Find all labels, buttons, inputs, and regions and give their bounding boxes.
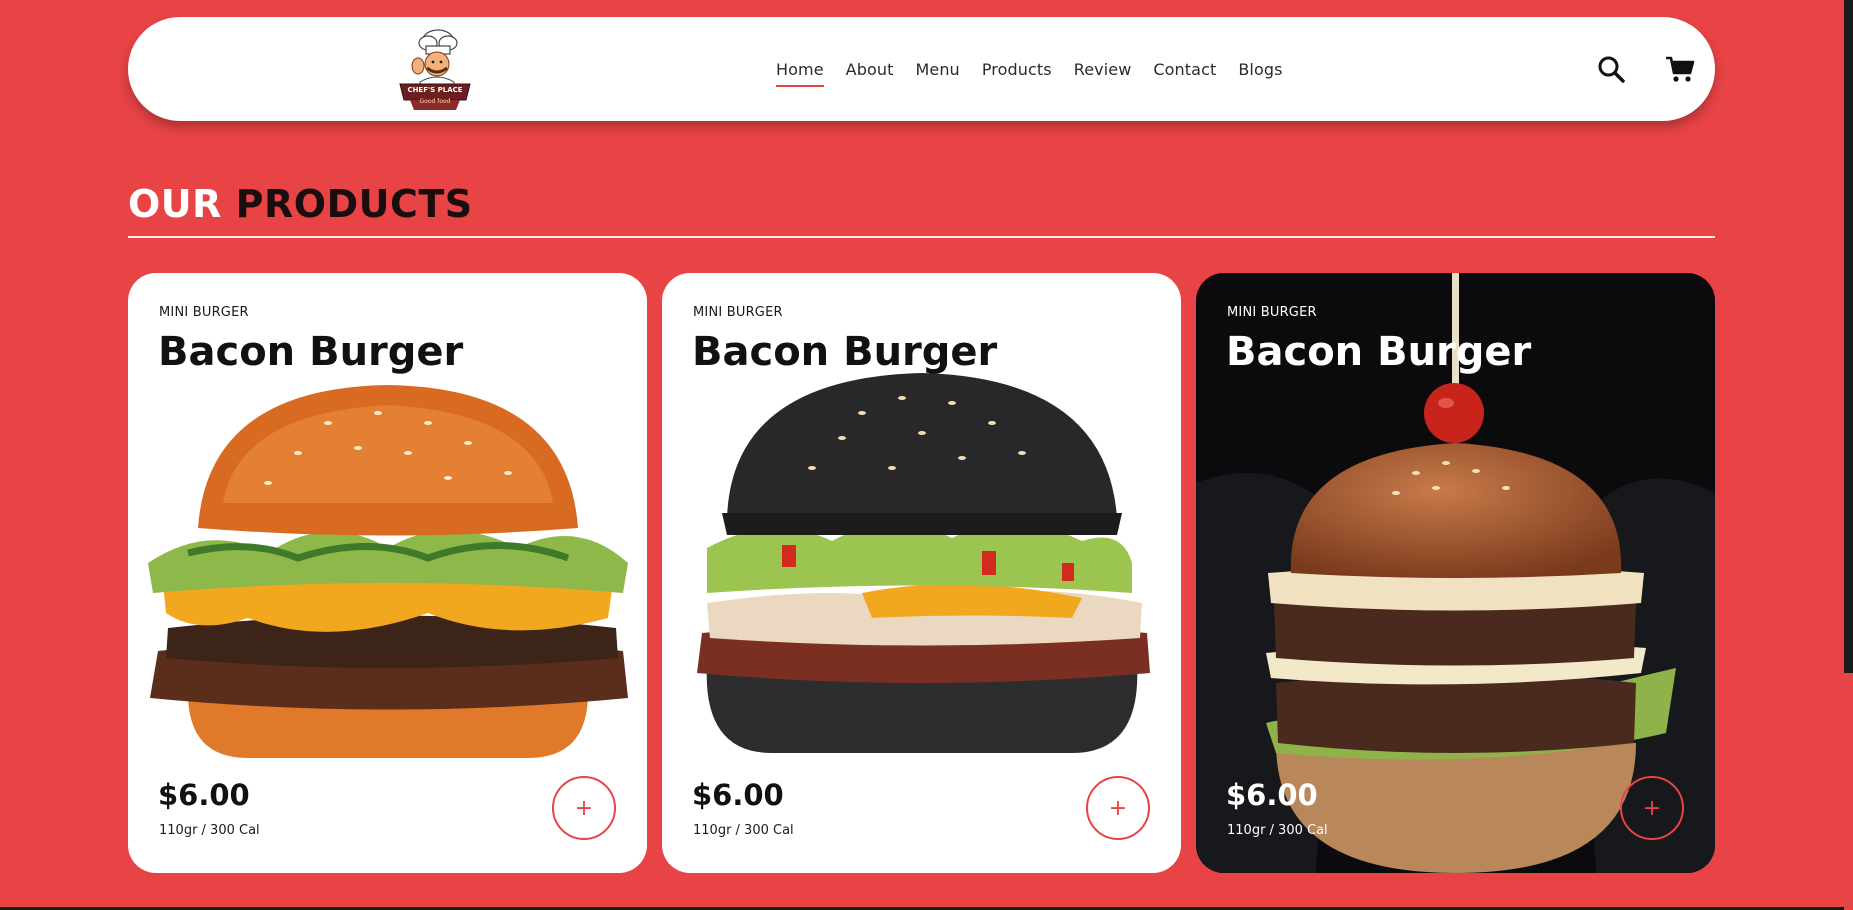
logo-text: CHEF'S PLACE — [407, 86, 463, 94]
nav-link-home[interactable]: Home — [776, 60, 824, 87]
nav-link-menu[interactable]: Menu — [915, 60, 959, 79]
section-title-accent: OUR — [128, 182, 222, 226]
chefs-place-logo[interactable]: CHEF'S PLACE Good food — [390, 26, 480, 114]
product-info: 110gr / 300 Cal — [693, 823, 794, 838]
navbar: CHEF'S PLACE Good food Home About Menu P… — [128, 17, 1715, 121]
product-category: MINI BURGER — [1227, 305, 1317, 320]
cart-icon[interactable] — [1665, 55, 1695, 87]
product-category: MINI BURGER — [159, 305, 249, 320]
nav-link-blogs[interactable]: Blogs — [1238, 60, 1282, 79]
nav-link-contact[interactable]: Contact — [1153, 60, 1216, 79]
scrollbar-thumb[interactable] — [1844, 0, 1853, 673]
section-divider — [128, 236, 1715, 238]
section-title: OUR PRODUCTS — [128, 182, 473, 226]
nav-link-about[interactable]: About — [846, 60, 894, 79]
product-category: MINI BURGER — [693, 305, 783, 320]
product-price: $6.00 — [1226, 778, 1318, 812]
product-info: 110gr / 300 Cal — [159, 823, 260, 838]
add-to-cart-button[interactable]: + — [1620, 776, 1684, 840]
product-name: Bacon Burger — [158, 329, 464, 375]
main-nav: Home About Menu Products Review Contact … — [776, 17, 1283, 121]
add-to-cart-button[interactable]: + — [1086, 776, 1150, 840]
product-name: Bacon Burger — [1226, 329, 1532, 375]
search-icon[interactable] — [1597, 55, 1625, 87]
nav-link-review[interactable]: Review — [1074, 60, 1132, 79]
product-name: Bacon Burger — [692, 329, 998, 375]
product-info: 110gr / 300 Cal — [1227, 823, 1328, 838]
logo-subtext: Good food — [419, 98, 451, 105]
product-card[interactable]: MINI BURGER Bacon Burger $6.00 110gr / 3… — [128, 273, 647, 873]
product-card[interactable]: MINI BURGER Bacon Burger $6.00 110gr / 3… — [1196, 273, 1715, 873]
add-to-cart-button[interactable]: + — [552, 776, 616, 840]
product-price: $6.00 — [158, 778, 250, 812]
product-card[interactable]: MINI BURGER Bacon Burger $6.00 110gr / 3… — [662, 273, 1181, 873]
nav-link-products[interactable]: Products — [982, 60, 1052, 79]
section-title-main: PRODUCTS — [235, 182, 473, 226]
product-price: $6.00 — [692, 778, 784, 812]
